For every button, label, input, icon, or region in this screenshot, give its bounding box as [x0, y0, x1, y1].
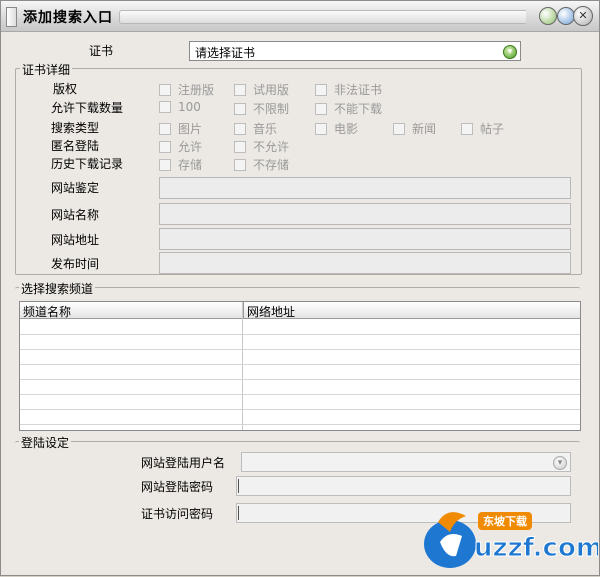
option-store[interactable]: 存储 [159, 156, 202, 173]
option-image[interactable]: 图片 [159, 120, 202, 137]
publish-time-field[interactable] [159, 252, 571, 274]
search-channel-title: 选择搜索频道 [19, 280, 96, 297]
option-label: 试用版 [253, 83, 290, 97]
option-music[interactable]: 音乐 [234, 120, 277, 137]
option-disallow[interactable]: 不允许 [234, 138, 289, 155]
option-100[interactable]: 100 [159, 100, 201, 114]
site-name-label: 网站名称 [51, 208, 100, 222]
download-limit-label: 允许下载数量 [51, 101, 124, 115]
password-label: 网站登陆密码 [141, 480, 214, 494]
watermark-brand: uzzf.com [474, 533, 598, 563]
option-allow[interactable]: 允许 [159, 138, 202, 155]
checkbox-icon [315, 102, 327, 115]
checkbox-icon [159, 122, 171, 135]
title-decoration [119, 10, 526, 24]
table-row [20, 424, 580, 425]
option-label: 非法证书 [334, 83, 383, 97]
checkbox-icon [234, 140, 246, 153]
checkbox-icon [234, 102, 246, 115]
option-no-download[interactable]: 不能下载 [315, 100, 382, 117]
dropdown-arrow-icon[interactable]: ▾ [503, 45, 517, 59]
dialog-window: 添加搜索入口 ✕ 证书 请选择证书 ▾ 证书详细 版权 注册版 试用版 非法证书… [0, 0, 600, 576]
table-row [20, 409, 580, 410]
site-verify-field[interactable] [159, 177, 571, 199]
minimize-button[interactable] [539, 7, 557, 25]
publish-time-label: 发布时间 [51, 257, 100, 271]
option-label: 图片 [178, 122, 203, 136]
table-row [20, 334, 580, 335]
cert-password-label: 证书访问密码 [141, 507, 214, 521]
text-cursor [238, 479, 239, 493]
checkbox-icon [461, 122, 473, 135]
checkbox-icon [234, 158, 246, 171]
title-bar[interactable]: 添加搜索入口 ✕ [1, 1, 599, 32]
column-gridline [242, 302, 243, 430]
option-label: 存储 [178, 158, 203, 172]
title-grip-icon [6, 7, 17, 27]
certificate-select[interactable]: 请选择证书 ▾ [189, 41, 521, 61]
watermark-logo: 东坡下载 uzzf.com [418, 486, 600, 574]
login-settings-title: 登陆设定 [19, 434, 72, 451]
site-address-field[interactable] [159, 228, 571, 250]
option-post[interactable]: 帖子 [461, 120, 504, 137]
option-label: 100 [178, 100, 201, 114]
table-row [20, 379, 580, 380]
close-button[interactable]: ✕ [573, 6, 593, 26]
option-unlimited[interactable]: 不限制 [234, 100, 289, 117]
checkbox-icon [315, 122, 327, 135]
text-cursor [238, 506, 239, 520]
username-label: 网站登陆用户名 [141, 456, 226, 470]
option-label: 不存储 [253, 158, 290, 172]
channel-table[interactable]: 频道名称 网络地址 [19, 301, 581, 431]
option-label: 帖子 [480, 122, 505, 136]
checkbox-icon [159, 101, 171, 113]
username-select[interactable]: ▾ [241, 452, 571, 472]
anonymous-login-label: 匿名登陆 [51, 139, 100, 153]
option-label: 不允许 [253, 140, 290, 154]
download-history-label: 历史下载记录 [51, 157, 124, 171]
dropdown-arrow-icon[interactable]: ▾ [553, 456, 567, 470]
checkbox-icon [159, 83, 171, 96]
checkbox-icon [159, 158, 171, 171]
option-label: 不限制 [253, 102, 290, 116]
checkbox-icon [159, 140, 171, 153]
option-label: 音乐 [253, 122, 278, 136]
checkbox-icon [234, 83, 246, 96]
option-label: 新闻 [412, 122, 437, 136]
option-registered[interactable]: 注册版 [159, 81, 214, 98]
uzzf-logo-icon: 东坡下载 uzzf.com [424, 512, 600, 568]
option-label: 电影 [334, 122, 359, 136]
option-movie[interactable]: 电影 [315, 120, 358, 137]
close-icon: ✕ [578, 9, 588, 22]
column-header-network-address[interactable]: 网络地址 [247, 303, 295, 320]
option-news[interactable]: 新闻 [393, 120, 436, 137]
option-illegal[interactable]: 非法证书 [315, 81, 382, 98]
table-row [20, 394, 580, 395]
checkbox-icon [393, 122, 405, 135]
certificate-label: 证书 [89, 44, 114, 58]
channel-table-header: 频道名称 网络地址 [20, 302, 580, 319]
search-type-label: 搜索类型 [51, 121, 100, 135]
checkbox-icon [315, 83, 327, 96]
window-title: 添加搜索入口 [23, 10, 113, 26]
option-trial[interactable]: 试用版 [234, 81, 289, 98]
certificate-select-value: 请选择证书 [195, 46, 256, 60]
table-row [20, 364, 580, 365]
checkbox-icon [234, 122, 246, 135]
site-address-label: 网站地址 [51, 233, 100, 247]
site-name-field[interactable] [159, 203, 571, 225]
option-label: 允许 [178, 140, 203, 154]
watermark-tagline: 东坡下载 [483, 514, 527, 528]
site-verify-label: 网站鉴定 [51, 181, 100, 195]
option-no-store[interactable]: 不存储 [234, 156, 289, 173]
copyright-label: 版权 [53, 82, 78, 96]
option-label: 注册版 [178, 83, 215, 97]
table-row [20, 349, 580, 350]
column-header-channel-name[interactable]: 频道名称 [23, 303, 71, 320]
option-label: 不能下载 [334, 102, 383, 116]
certificate-details-title: 证书详细 [20, 61, 73, 78]
